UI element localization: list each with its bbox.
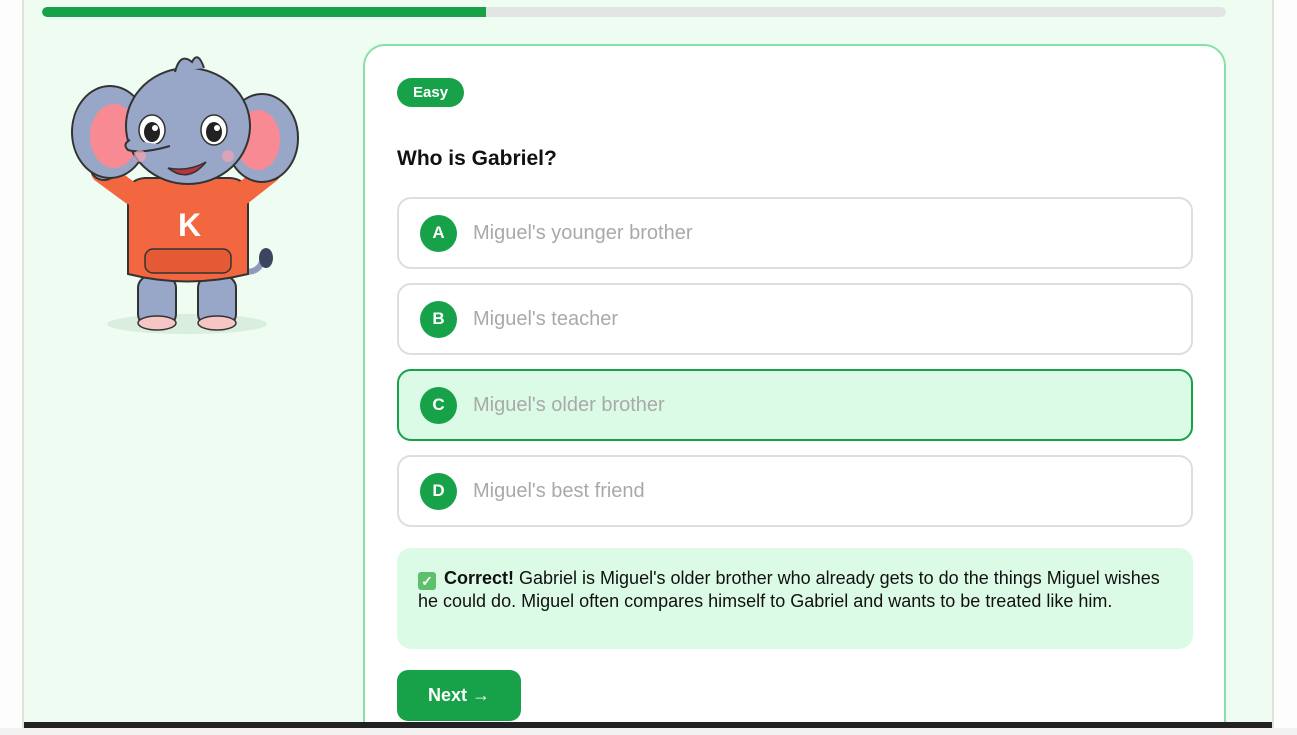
option-c[interactable]: C Miguel's older brother	[397, 369, 1193, 441]
progress-bar-fill	[42, 7, 486, 17]
option-b[interactable]: B Miguel's teacher	[397, 283, 1193, 355]
difficulty-badge: Easy	[397, 78, 465, 107]
window-edge-left	[0, 0, 24, 735]
option-letter: B	[420, 300, 457, 338]
bottom-strip	[0, 728, 1297, 735]
question-card: Easy Who is Gabriel? A Miguel's younger …	[363, 44, 1226, 735]
question-text: Who is Gabriel?	[397, 147, 557, 170]
elephant-mascot-icon: K	[71, 56, 299, 334]
window-edge-right	[1272, 0, 1297, 735]
option-label: Miguel's teacher	[473, 307, 618, 330]
option-a[interactable]: A Miguel's younger brother	[397, 197, 1193, 269]
feedback-panel: ✓ Correct! Gabriel is Miguel's older brot…	[397, 548, 1193, 649]
option-label: Miguel's older brother	[473, 393, 665, 416]
svg-text:K: K	[178, 207, 201, 243]
option-letter: A	[420, 214, 457, 252]
option-letter: C	[420, 386, 457, 424]
feedback-text: Gabriel is Miguel's older brother who al…	[418, 568, 1160, 611]
option-letter: D	[420, 472, 457, 510]
next-button[interactable]: Next →	[397, 670, 521, 721]
progress-bar	[42, 7, 1226, 17]
check-mark-icon: ✓	[418, 572, 436, 590]
feedback-label: Correct!	[444, 568, 515, 588]
option-label: Miguel's best friend	[473, 479, 645, 502]
option-label: Miguel's younger brother	[473, 221, 693, 244]
option-d[interactable]: D Miguel's best friend	[397, 455, 1193, 527]
